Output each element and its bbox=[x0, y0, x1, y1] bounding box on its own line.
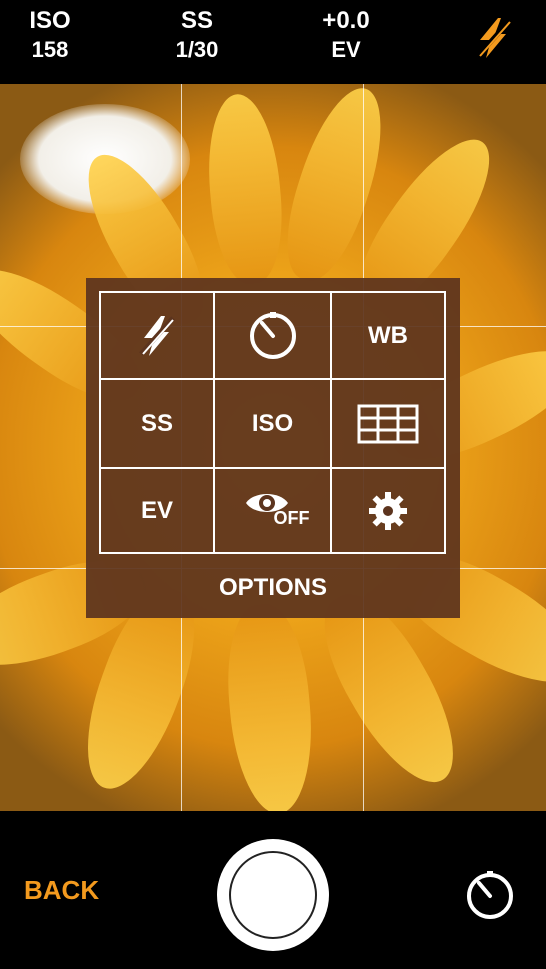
flash-auto-icon[interactable] bbox=[472, 16, 516, 60]
settings-button[interactable] bbox=[332, 469, 444, 552]
ev-label: EV bbox=[331, 37, 361, 62]
timer-button[interactable] bbox=[464, 869, 516, 921]
iso-value: 158 bbox=[31, 37, 69, 62]
eye-option-button[interactable]: OFF bbox=[215, 469, 330, 552]
eye-icon: OFF bbox=[238, 486, 310, 536]
shutter-inner-ring bbox=[229, 851, 317, 939]
ev-option-label: EV bbox=[140, 496, 173, 524]
ss-option-label: SS bbox=[140, 409, 173, 437]
iso-option-label: ISO bbox=[251, 409, 294, 437]
iso-label: ISO bbox=[29, 7, 71, 34]
shutter-speed-option-button[interactable]: SS bbox=[101, 380, 213, 467]
shutter-speed-readout[interactable]: SS 1/30 bbox=[165, 6, 229, 64]
timer-icon bbox=[467, 871, 513, 919]
exposure-option-button[interactable]: EV bbox=[101, 469, 213, 552]
gear-icon bbox=[369, 491, 407, 530]
flash-option-button[interactable] bbox=[101, 293, 213, 378]
shutter-button[interactable] bbox=[217, 839, 329, 951]
back-button[interactable]: BACK bbox=[24, 875, 99, 905]
flash-off-icon bbox=[139, 315, 175, 356]
grid-icon bbox=[357, 404, 419, 443]
bottom-controls: BACK bbox=[0, 811, 546, 969]
options-menu: WB SS ISO EV OFF OPTIONS bbox=[86, 278, 460, 618]
eye-off-label: OFF bbox=[273, 507, 310, 528]
options-grid: WB SS ISO EV OFF bbox=[99, 291, 446, 554]
iso-readout[interactable]: ISO 158 bbox=[20, 6, 80, 64]
exposure-readout[interactable]: +0.0 EV bbox=[310, 6, 382, 64]
ss-value: 1/30 bbox=[175, 37, 219, 62]
ev-value: +0.0 bbox=[322, 7, 370, 34]
top-status-bar: ISO 158 SS 1/30 +0.0 EV bbox=[0, 0, 546, 84]
petal bbox=[221, 600, 319, 811]
ss-label: SS bbox=[180, 7, 213, 34]
timer-option-button[interactable] bbox=[215, 293, 330, 378]
options-title: OPTIONS bbox=[218, 574, 327, 601]
white-balance-button[interactable]: WB bbox=[332, 293, 444, 378]
iso-option-button[interactable]: ISO bbox=[215, 380, 330, 467]
timer-icon bbox=[249, 311, 296, 359]
petal bbox=[201, 91, 289, 287]
wb-label: WB bbox=[368, 321, 408, 349]
grid-option-button[interactable] bbox=[332, 380, 444, 467]
